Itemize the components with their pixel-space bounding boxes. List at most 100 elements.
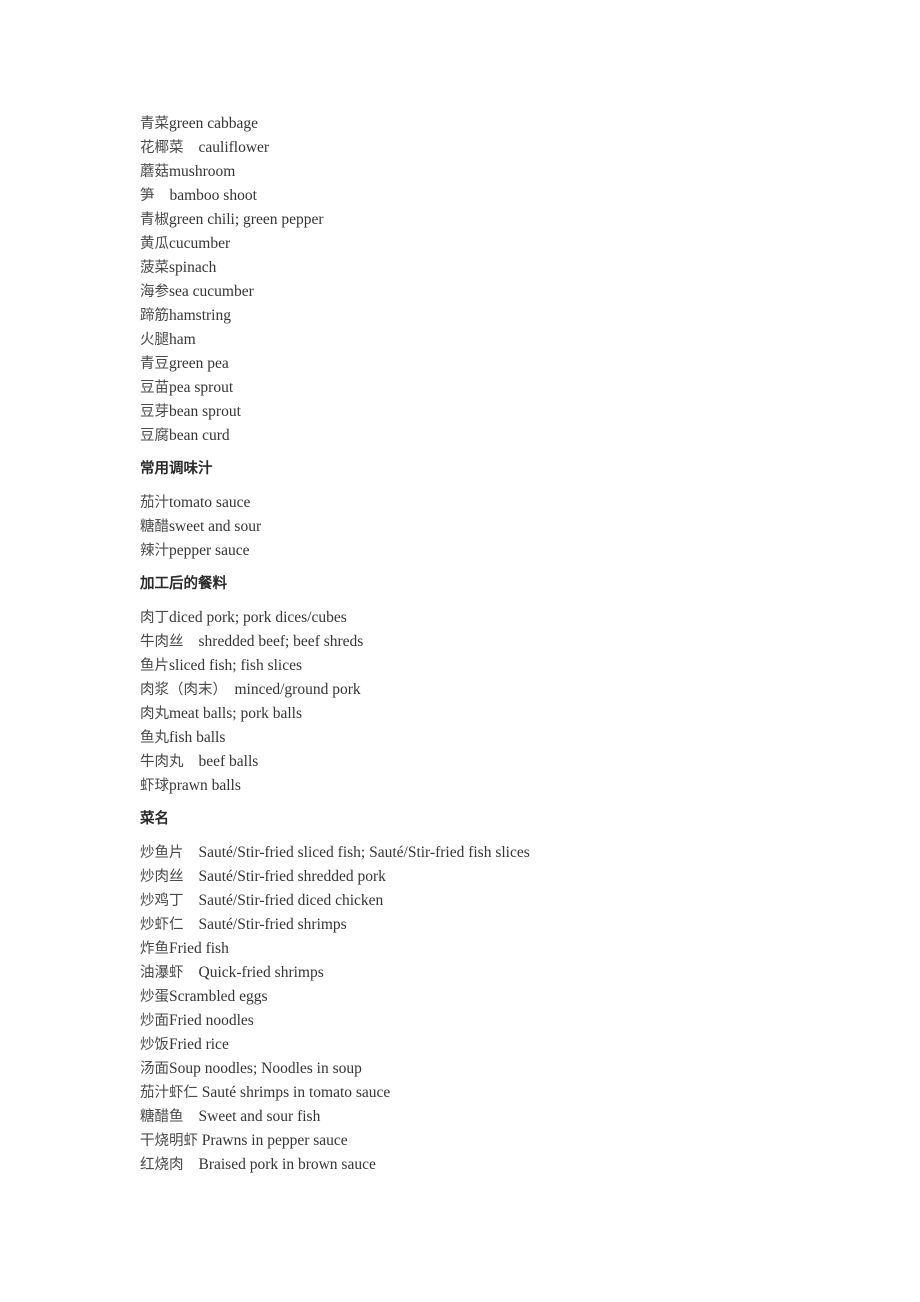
entry-separator [184,1157,199,1173]
entry-term-chinese: 花椰菜 [140,140,184,156]
entry-term-chinese: 肉浆（肉末） [140,682,227,698]
entry-separator [227,682,235,698]
entry-term-english: Sauté/Stir-fried sliced fish; Sauté/Stir… [198,844,530,861]
entry-term-chinese: 黄瓜 [140,236,169,252]
entry-term-english: pea sprout [169,379,234,396]
glossary-entry: 干烧明虾 Prawns in pepper sauce [140,1129,840,1153]
vegetables-and-ingredients-list: 青菜green cabbage 花椰菜 cauliflower 蘑菇mushroom… [140,112,840,448]
entry-term-english: Fried fish [169,940,229,957]
entry-term-chinese: 火腿 [140,332,169,348]
entry-term-english: Braised pork in brown sauce [198,1156,376,1173]
glossary-entry: 菠菜spinach [140,256,840,280]
glossary-entry: 糖醋鱼 Sweet and sour fish [140,1105,840,1129]
entry-term-english: beef balls [198,753,259,770]
entry-term-chinese: 辣汁 [140,543,169,559]
entry-term-english: Quick-fried shrimps [198,964,324,981]
entry-term-english: Scrambled eggs [169,988,268,1005]
glossary-entry: 豆苗pea sprout [140,376,840,400]
entry-term-chinese: 蹄筋 [140,308,169,324]
glossary-entry: 炒鱼片 Sauté/Stir-fried sliced fish; Sauté/… [140,841,840,865]
entry-term-english: Sweet and sour fish [198,1108,321,1125]
glossary-entry: 蹄筋hamstring [140,304,840,328]
entry-term-english: meat balls; pork balls [169,705,303,722]
entry-term-chinese: 肉丸 [140,706,169,722]
entry-term-english: Sauté/Stir-fried shredded pork [198,868,386,885]
entry-term-chinese: 鱼片 [140,658,169,674]
entry-term-english: Soup noodles; Noodles in soup [169,1060,362,1077]
entry-separator [184,634,199,650]
entry-term-chinese: 豆腐 [140,428,169,444]
entry-term-chinese: 肉丁 [140,610,169,626]
entry-term-chinese: 炒饭 [140,1037,169,1053]
entry-term-english: bamboo shoot [169,187,257,204]
entry-term-chinese: 炸鱼 [140,941,169,957]
entry-term-chinese: 红烧肉 [140,1157,184,1173]
glossary-entry: 茄汁虾仁 Sauté shrimps in tomato sauce [140,1081,840,1105]
glossary-entry: 炒鸡丁 Sauté/Stir-fried diced chicken [140,889,840,913]
glossary-entry: 茄汁tomato sauce [140,491,840,515]
entry-term-english: fish balls [169,729,226,746]
glossary-entry: 红烧肉 Braised pork in brown sauce [140,1153,840,1177]
entry-term-english: sweet and sour [169,518,262,535]
glossary-entry: 豆芽bean sprout [140,400,840,424]
entry-term-chinese: 蘑菇 [140,164,169,180]
entry-term-chinese: 炒虾仁 [140,917,184,933]
glossary-entry: 糖醋sweet and sour [140,515,840,539]
entry-term-english: prawn balls [169,777,241,794]
glossary-entry: 牛肉丝 shredded beef; beef shreds [140,630,840,654]
entry-term-english: green chili; green pepper [169,211,324,228]
entry-separator [184,965,199,981]
entry-term-english: Fried rice [169,1036,229,1053]
entry-term-chinese: 糖醋鱼 [140,1109,184,1125]
entry-term-chinese: 茄汁 [140,495,169,511]
entry-term-english: minced/ground pork [234,681,361,698]
entry-term-chinese: 青椒 [140,212,169,228]
entry-term-chinese: 干烧明虾 [140,1133,198,1149]
entry-separator [184,140,199,156]
heading-processed-ingredients: 加工后的餐料 [140,576,227,592]
entry-term-chinese: 青菜 [140,116,169,132]
glossary-entry: 油瀑虾 Quick-fried shrimps [140,961,840,985]
glossary-entry: 黄瓜cucumber [140,232,840,256]
entry-separator [184,1109,199,1125]
glossary-entry: 蘑菇mushroom [140,160,840,184]
entry-term-english: shredded beef; beef shreds [198,633,364,650]
entry-term-chinese: 豆芽 [140,404,169,420]
entry-term-english: spinach [169,259,217,276]
entry-term-english: green cabbage [169,115,259,132]
glossary-entry: 肉丸meat balls; pork balls [140,702,840,726]
entry-term-chinese: 菠菜 [140,260,169,276]
entry-term-chinese: 笋 [140,188,155,204]
entry-term-english: Sauté shrimps in tomato sauce [201,1084,391,1101]
document-content: 青菜green cabbage 花椰菜 cauliflower 蘑菇mushroom… [140,112,840,1177]
entry-term-chinese: 炒鱼片 [140,845,184,861]
entry-term-english: hamstring [169,307,231,324]
glossary-entry: 豆腐bean curd [140,424,840,448]
glossary-entry: 肉浆（肉末） minced/ground pork [140,678,840,702]
entry-term-chinese: 牛肉丸 [140,754,184,770]
entry-term-english: bean sprout [169,403,241,420]
glossary-entry: 笋 bamboo shoot [140,184,840,208]
entry-separator [184,917,199,933]
entry-term-english: sea cucumber [169,283,254,300]
glossary-entry: 青豆green pea [140,352,840,376]
common-sauces-list: 茄汁tomato sauce 糖醋sweet and sour 辣汁pepper s… [140,491,840,563]
entry-term-english: sliced fish; fish slices [169,657,303,674]
entry-term-english: cucumber [169,235,231,252]
glossary-entry: 花椰菜 cauliflower [140,136,840,160]
glossary-entry: 炒虾仁 Sauté/Stir-fried shrimps [140,913,840,937]
glossary-entry: 虾球prawn balls [140,774,840,798]
glossary-entry: 炒面Fried noodles [140,1009,840,1033]
heading-common-sauces: 常用调味汁 [140,461,213,477]
entry-separator [184,754,199,770]
entry-term-english: mushroom [169,163,236,180]
entry-term-english: ham [169,331,196,348]
entry-term-english: bean curd [169,427,230,444]
entry-term-chinese: 油瀑虾 [140,965,184,981]
entry-term-chinese: 茄汁虾仁 [140,1085,198,1101]
glossary-entry: 牛肉丸 beef balls [140,750,840,774]
glossary-entry: 火腿ham [140,328,840,352]
glossary-entry: 汤面Soup noodles; Noodles in soup [140,1057,840,1081]
entry-term-chinese: 青豆 [140,356,169,372]
processed-ingredients-list: 肉丁diced pork; pork dices/cubes 牛肉丝 shredd… [140,606,840,798]
